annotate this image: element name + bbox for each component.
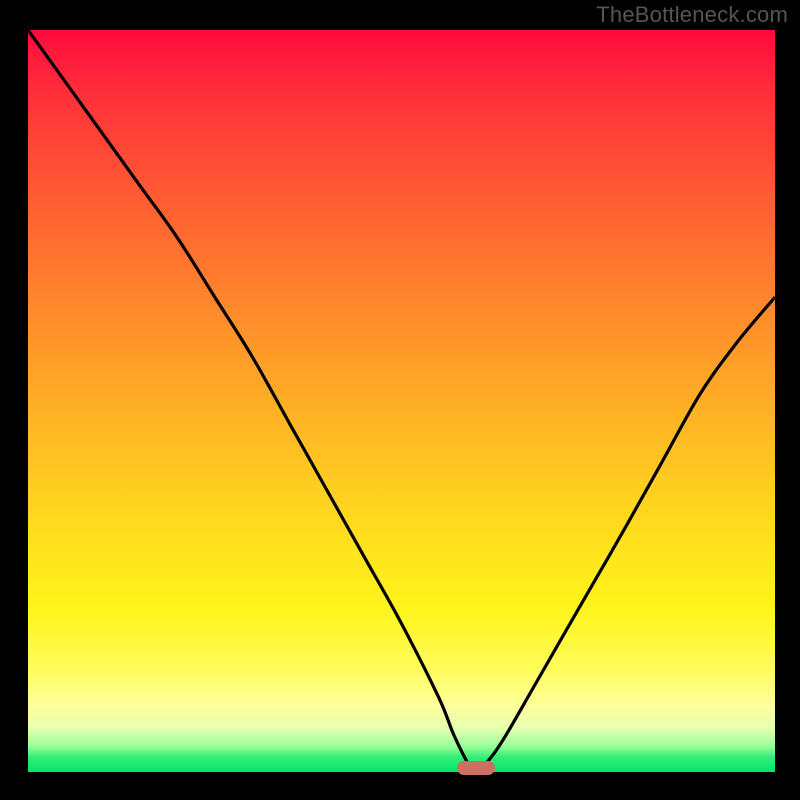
plot-area <box>28 30 775 772</box>
chart-frame: TheBottleneck.com <box>0 0 800 800</box>
bottleneck-curve <box>28 30 775 772</box>
watermark-text: TheBottleneck.com <box>596 2 788 28</box>
curve-path <box>28 30 775 772</box>
minimum-marker <box>457 761 495 775</box>
